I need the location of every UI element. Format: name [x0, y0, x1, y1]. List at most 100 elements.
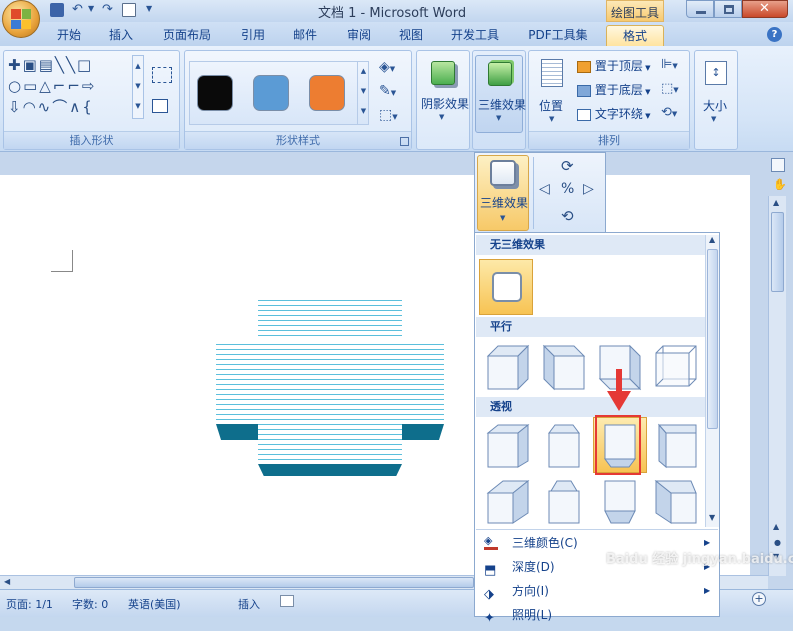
h-scroll-thumb[interactable]	[74, 577, 474, 588]
perspective-cube-4[interactable]	[651, 421, 701, 471]
menu-lighting[interactable]: ✦ 照明(L)	[476, 603, 708, 627]
3d-effects-button[interactable]: 三维效果 ▼	[475, 55, 526, 133]
pan-icon[interactable]: ✋	[773, 178, 787, 191]
shapes-gallery[interactable]: ✚▣▤╲╲□ ○▭△⌐⌐⇨ ⇩◠∿⌒∧{	[8, 55, 140, 121]
tab-insert[interactable]: 插入	[100, 25, 142, 46]
drawn-shape[interactable]	[216, 300, 444, 478]
tilt-left-icon[interactable]: ◁	[539, 181, 550, 197]
scroll-thumb[interactable]	[771, 212, 784, 292]
3d-toggle-divider	[533, 157, 534, 229]
close-button[interactable]: ✕	[742, 0, 788, 18]
3d-effects-popup: 三维效果 ▼ ⟳ ◁ % ▷ ⟲	[474, 152, 606, 234]
shape-fill-icon[interactable]: ◈▼	[379, 59, 395, 75]
tab-home[interactable]: 开始	[48, 25, 90, 46]
3d-color-label: 三维颜色(C)	[512, 536, 578, 550]
tilt-right-icon[interactable]: ▷	[583, 181, 594, 197]
group-objects-icon[interactable]: ⬚▼	[661, 81, 679, 96]
gallery-scroll-down-icon[interactable]: ▼	[709, 513, 715, 522]
perspective-cube-5[interactable]	[483, 477, 533, 527]
tilt-down-icon[interactable]: ⟲	[561, 207, 574, 225]
edit-shape-icon[interactable]	[152, 67, 172, 83]
gallery-scroll-thumb[interactable]	[707, 249, 718, 429]
3d-toggle-icon[interactable]: %	[561, 181, 574, 197]
menu-direction[interactable]: ⬗ 方向(I) ▶	[476, 579, 710, 603]
3d-dropdown-icon: ▼	[496, 114, 502, 122]
shape-styles-launcher-icon[interactable]	[400, 137, 409, 146]
ruler-toggle-icon[interactable]	[771, 158, 785, 172]
shadow-effects-label: 阴影效果	[421, 97, 470, 111]
tab-format[interactable]: 格式	[606, 25, 664, 46]
save-icon[interactable]	[50, 3, 64, 17]
office-button[interactable]	[2, 0, 40, 38]
tab-mailings[interactable]: 邮件	[284, 25, 326, 46]
lighting-label: 照明(L)	[512, 608, 553, 622]
shape-outline-icon[interactable]: ✎▼	[379, 83, 396, 99]
gallery-scroll-up-icon[interactable]: ▲	[709, 235, 715, 244]
perspective-cube-6[interactable]	[539, 477, 589, 527]
perspective-cube-8[interactable]	[651, 477, 701, 527]
3d-effects-icon	[488, 62, 512, 86]
scroll-left-icon[interactable]: ◀	[4, 577, 10, 586]
perspective-cube-1[interactable]	[483, 421, 533, 471]
maximize-button[interactable]	[714, 0, 742, 18]
undo-icon[interactable]: ↶	[72, 2, 83, 17]
shapes-row-2: ○▭△⌐⌐⇨	[8, 77, 97, 95]
status-mode[interactable]: 插入	[238, 596, 260, 612]
parallel-cube-2[interactable]	[539, 341, 589, 391]
shapes-gallery-scroll[interactable]: ▲ ▼ ▼	[132, 55, 144, 119]
tab-review[interactable]: 审阅	[338, 25, 380, 46]
tab-references[interactable]: 引用	[232, 25, 274, 46]
size-button[interactable]: ↕ 大小 ▼	[697, 55, 735, 133]
styles-gallery-scroll[interactable]: ▲ ▼ ▼	[357, 61, 369, 125]
perspective-cube-2[interactable]	[539, 421, 589, 471]
no-3d-option[interactable]	[479, 259, 533, 315]
style-swatch-blue[interactable]	[253, 75, 289, 111]
size-icon: ↕	[705, 61, 727, 85]
help-icon[interactable]: ?	[767, 27, 782, 42]
align-icon[interactable]: ⊫▼	[661, 57, 678, 72]
minimize-button[interactable]	[686, 0, 714, 18]
tab-pdf-tools[interactable]: PDF工具集	[524, 25, 592, 46]
arrange-label: 排列	[529, 131, 689, 149]
undo-dropdown-icon[interactable]: ▼	[88, 4, 94, 13]
tab-page-layout[interactable]: 页面布局	[156, 25, 218, 46]
parallel-cube-1[interactable]	[483, 341, 533, 391]
status-words[interactable]: 字数: 0	[72, 596, 108, 612]
macro-record-icon[interactable]	[280, 595, 294, 607]
no-3d-section-header: 无三维效果	[476, 235, 706, 255]
rotate-icon[interactable]: ⟲▼	[661, 105, 677, 120]
redo-icon[interactable]: ↷	[102, 2, 113, 17]
minimize-icon	[696, 11, 706, 14]
status-page[interactable]: 页面: 1/1	[6, 596, 53, 612]
parallel-cube-4[interactable]	[651, 341, 701, 391]
style-swatch-orange[interactable]	[309, 75, 345, 111]
gallery-scrollbar[interactable]: ▲ ▼	[705, 235, 719, 527]
maximize-icon	[724, 5, 734, 14]
gallery-menu-divider	[476, 529, 718, 530]
margin-corner-mark	[51, 250, 73, 272]
bring-to-front-button[interactable]: 置于顶层 ▼	[577, 57, 650, 75]
tab-developer[interactable]: 开发工具	[444, 25, 506, 46]
style-swatch-black[interactable]	[197, 75, 233, 111]
status-language[interactable]: 英语(美国)	[128, 596, 181, 612]
shape-right-foot	[402, 424, 444, 440]
vertical-scrollbar[interactable]: ▲ ▲ ● ▼	[768, 196, 786, 576]
prev-page-icon[interactable]: ▲	[773, 522, 779, 531]
send-to-back-button[interactable]: 置于底层 ▼	[577, 81, 650, 99]
3d-effects-popup-button[interactable]: 三维效果 ▼	[477, 155, 529, 231]
draw-textbox-icon[interactable]	[152, 99, 168, 113]
text-wrap-button[interactable]: 文字环绕 ▼	[577, 105, 650, 123]
print-preview-icon[interactable]	[122, 3, 136, 17]
shadow-effects-button[interactable]: 阴影效果 ▼	[419, 55, 470, 133]
customize-toolbar-icon[interactable]: ▼	[146, 4, 152, 13]
position-button[interactable]: 位置 ▼	[533, 55, 573, 127]
3d-popup-dropdown-icon: ▼	[500, 214, 506, 222]
tab-view[interactable]: 视图	[390, 25, 432, 46]
tilt-up-icon[interactable]: ⟳	[561, 157, 574, 175]
change-shape-icon[interactable]: ⬚▼	[379, 107, 398, 123]
scroll-up-icon[interactable]: ▲	[773, 198, 779, 207]
contextual-tab-header: 绘图工具	[606, 0, 664, 22]
perspective-cube-7[interactable]	[595, 477, 645, 527]
zoom-in-icon[interactable]: +	[752, 592, 766, 606]
browse-object-icon[interactable]: ●	[774, 538, 781, 547]
